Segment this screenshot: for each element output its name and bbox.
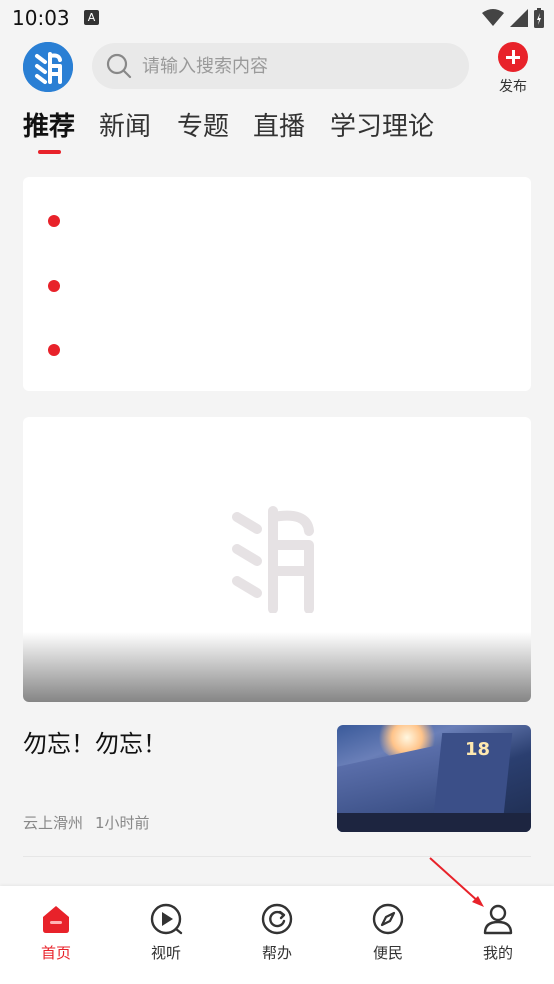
news-thumbnail[interactable]: 18 [337, 725, 531, 832]
plus-icon [498, 42, 528, 72]
annotation-arrow [429, 857, 484, 907]
status-icons [482, 8, 544, 28]
news-time: 1小时前 [95, 814, 150, 832]
play-circle-icon [150, 903, 183, 935]
signal-icon [510, 9, 528, 27]
compass-icon [372, 903, 404, 935]
header: 发布 [0, 36, 554, 98]
tab-indicator [38, 150, 61, 154]
news-title: 勿忘！勿忘！ [23, 730, 167, 758]
nav-label: 视听 [150, 944, 181, 962]
nav-media[interactable]: 视听 [131, 902, 201, 963]
nav-help[interactable]: 帮办 [242, 902, 312, 963]
refresh-circle-icon [261, 903, 293, 935]
search-icon [106, 53, 132, 79]
search-input[interactable] [142, 43, 442, 89]
thumbnail-number: 18 [465, 739, 491, 760]
nav-label: 帮办 [261, 944, 292, 962]
tab-study-theory[interactable]: 学习理论 [330, 106, 434, 143]
battery-icon [534, 8, 544, 28]
category-tabs: 推荐 新闻 专题 直播 学习理论 [0, 100, 554, 160]
news-source: 云上滑州 [23, 814, 84, 832]
list-bullet [48, 344, 60, 356]
headline-list[interactable] [23, 177, 531, 391]
nav-profile[interactable]: 我的 [463, 902, 533, 963]
nav-services[interactable]: 便民 [353, 902, 423, 963]
banner-shade [23, 632, 531, 702]
nav-label: 我的 [482, 944, 513, 962]
tab-topics[interactable]: 专题 [177, 106, 229, 143]
status-bar: 10:03 A [0, 0, 554, 36]
tab-news[interactable]: 新闻 [99, 106, 151, 143]
tab-live[interactable]: 直播 [253, 106, 305, 143]
tab-recommend[interactable]: 推荐 [23, 106, 75, 143]
nav-label: 便民 [372, 944, 403, 962]
thumbnail-floor [337, 813, 531, 832]
banner-carousel[interactable] [23, 417, 531, 702]
home-icon [43, 906, 69, 933]
app-logo-icon[interactable] [23, 42, 73, 92]
news-item[interactable]: 勿忘！勿忘！ 云上滑州 1小时前 18 [0, 720, 554, 855]
placeholder-logo-icon [232, 506, 314, 613]
notification-icon: A [84, 10, 99, 25]
nav-label: 首页 [40, 944, 71, 962]
status-time: 10:03 [12, 6, 70, 30]
news-meta: 云上滑州 1小时前 [23, 812, 150, 833]
publish-button[interactable]: 发布 [494, 42, 532, 96]
wifi-icon [482, 9, 504, 26]
publish-label: 发布 [499, 79, 527, 95]
nav-home[interactable]: 首页 [21, 902, 91, 963]
list-bullet [48, 215, 60, 227]
list-bullet [48, 280, 60, 292]
search-bar[interactable] [92, 43, 469, 89]
